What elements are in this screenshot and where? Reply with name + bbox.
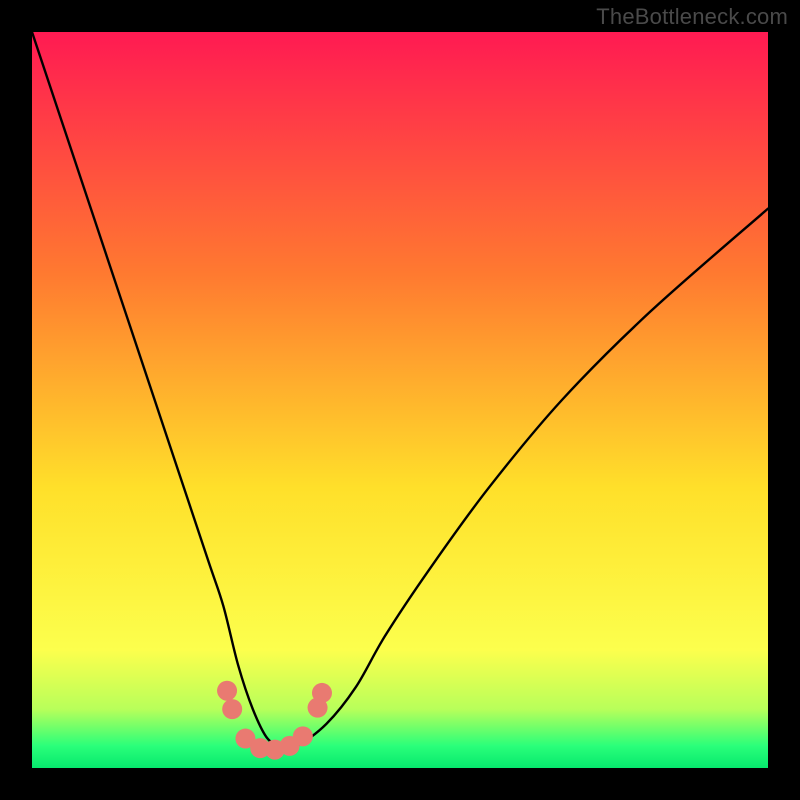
data-marker bbox=[217, 681, 237, 701]
bottleneck-chart bbox=[0, 0, 800, 800]
watermark-text: TheBottleneck.com bbox=[596, 4, 788, 30]
data-marker bbox=[222, 699, 242, 719]
data-marker bbox=[312, 683, 332, 703]
chart-container: { "watermark": "TheBottleneck.com", "col… bbox=[0, 0, 800, 800]
data-marker bbox=[293, 726, 313, 746]
chart-gradient-background bbox=[32, 32, 768, 768]
